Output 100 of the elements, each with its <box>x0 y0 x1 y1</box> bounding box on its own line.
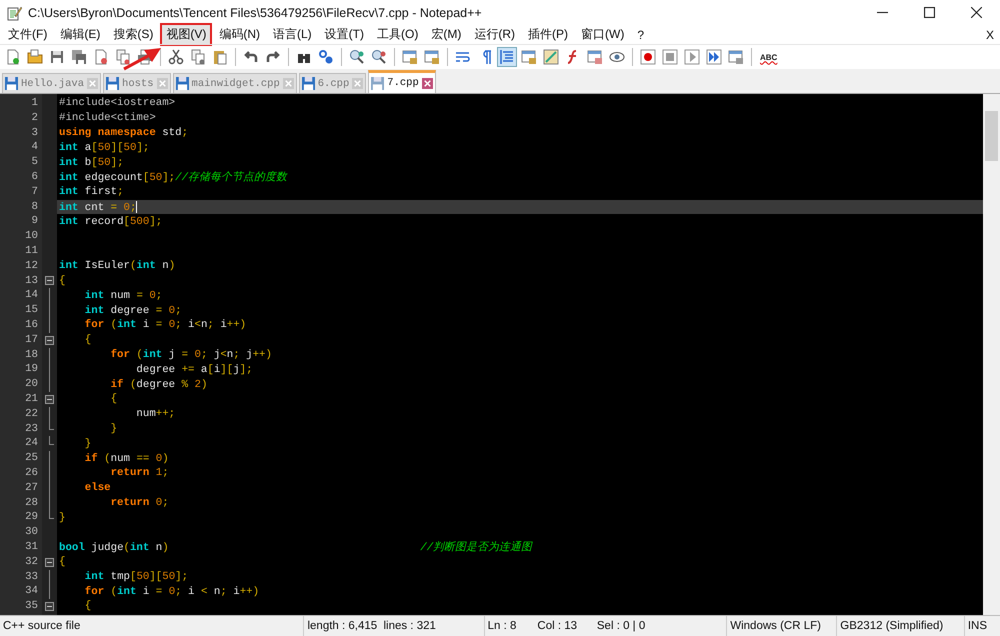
selection-label: Sel : 0 | 0 <box>594 616 728 636</box>
menu-item[interactable]: 工具(O) <box>371 23 424 46</box>
line-number: 7 <box>30 184 39 200</box>
line-number: 17 <box>24 332 39 348</box>
code-line: int record[500]; <box>59 216 162 228</box>
line-number: 14 <box>24 288 39 304</box>
line-number: 15 <box>24 303 39 318</box>
code-line: } <box>110 422 118 435</box>
line-number: 26 <box>24 466 39 481</box>
code-line: for (int i = 0; i < n; i++) <box>84 586 260 598</box>
cut-icon[interactable] <box>167 48 185 66</box>
save-icon[interactable] <box>48 48 66 66</box>
line-number: 24 <box>24 436 39 452</box>
code-line: { <box>59 274 66 287</box>
line-number: 32 <box>24 554 39 570</box>
menu-item[interactable]: 编辑(E) <box>54 23 106 46</box>
line-number: 18 <box>24 348 39 362</box>
line-number: 28 <box>24 496 39 510</box>
menu-item[interactable]: 设置(T) <box>318 23 370 46</box>
fold-minus-icon[interactable] <box>45 558 54 567</box>
menu-item[interactable]: 语言(L) <box>267 23 318 46</box>
zoom-out-icon[interactable] <box>370 48 388 66</box>
fast-forward-icon[interactable] <box>705 48 723 66</box>
line-number: 27 <box>24 480 39 496</box>
code-line: if (num == 0) <box>84 452 169 465</box>
tab-label: hosts <box>122 78 154 90</box>
code-line: for (int i = 0; i<n; i++) <box>84 319 246 332</box>
code-line: { <box>59 556 66 568</box>
tab-label: 7.cpp <box>387 77 419 89</box>
length-label: length : 6,415 <box>306 619 378 634</box>
copy-icon[interactable] <box>189 48 207 66</box>
play-icon[interactable] <box>683 48 701 66</box>
line-number: 11 <box>24 244 39 259</box>
fold-minus-icon[interactable] <box>45 602 54 611</box>
line-number: 12 <box>24 258 39 274</box>
fold-end-line <box>48 510 54 520</box>
code-line: if (degree % 2) <box>110 378 208 391</box>
line-number: 4 <box>30 140 39 156</box>
close-icon[interactable] <box>971 7 982 18</box>
spellcheck-button[interactable]: ABC <box>758 52 780 62</box>
code-line: num++; <box>135 408 176 420</box>
code-line: int degree = 0; <box>84 304 182 317</box>
close-all-icon[interactable] <box>114 48 132 66</box>
line-number: 23 <box>24 422 39 436</box>
code-line: int b[50]; <box>59 156 124 169</box>
file-tab[interactable]: 7.cpp <box>368 70 436 93</box>
open-folder-icon[interactable] <box>26 48 44 66</box>
code-line: int IsEuler(int n) <box>59 260 176 272</box>
menu-item[interactable]: 插件(P) <box>522 23 574 46</box>
line-number: 1 <box>30 96 39 111</box>
maximize-icon[interactable] <box>924 7 935 18</box>
line-number: 30 <box>24 525 39 540</box>
fold-minus-icon[interactable] <box>45 394 54 404</box>
save-all-icon[interactable] <box>70 48 88 66</box>
code-line: int edgecount[50];//存储每个节点的度数 <box>59 170 288 184</box>
menu-item[interactable]: 搜索(S) <box>107 23 160 46</box>
line-number: 21 <box>24 392 39 407</box>
line-number: 6 <box>30 170 39 185</box>
column-label: Col : 13 <box>536 619 578 634</box>
code-line: return 0; <box>110 496 169 509</box>
line-number: 9 <box>30 214 39 230</box>
line-number: 10 <box>24 229 39 244</box>
fold-minus-icon[interactable] <box>45 276 54 286</box>
menu-item[interactable]: 编码(N) <box>213 23 266 46</box>
menu-item[interactable]: 文件(F) <box>2 23 54 46</box>
fold-line <box>49 406 50 422</box>
code-line: } <box>84 438 92 450</box>
code-line: int first; <box>59 186 124 198</box>
line-number: 22 <box>24 406 39 422</box>
line-number: 16 <box>24 318 39 333</box>
encoding-label: GB2312 (Simplified) <box>837 616 965 636</box>
line-number: 13 <box>24 274 39 288</box>
record-icon[interactable] <box>639 48 657 66</box>
sync-vertical-icon[interactable] <box>401 48 419 66</box>
fold-minus-icon[interactable] <box>45 336 54 345</box>
menu-item[interactable]: ? <box>631 24 650 44</box>
menu-item[interactable]: 视图(V) <box>160 23 212 46</box>
zoom-in-icon[interactable] <box>348 48 366 66</box>
indent-guide-icon[interactable] <box>498 48 516 66</box>
code-line: { <box>84 334 92 346</box>
menu-item[interactable]: 窗口(W) <box>575 23 630 46</box>
window-title: C:\Users\Byron\Documents\Tencent Files\536479256\FileRecv\7.cpp - Notepad++ <box>28 6 483 20</box>
close-document-button[interactable]: X <box>986 28 1000 42</box>
code-line: int tmp[50][50]; <box>84 570 188 583</box>
line-number: 19 <box>24 362 39 378</box>
sync-horizontal-icon[interactable] <box>423 48 441 66</box>
tab-label: Hello.java <box>21 78 84 90</box>
menu-item[interactable]: 运行(R) <box>468 23 521 46</box>
paste-icon[interactable] <box>211 48 229 66</box>
line-number: 3 <box>30 126 39 140</box>
line-number: 33 <box>24 570 39 584</box>
line-number: 5 <box>30 155 39 170</box>
line-number: 2 <box>30 110 39 126</box>
stop-icon[interactable] <box>661 48 679 66</box>
line-number: 34 <box>24 584 39 600</box>
line-number: 29 <box>24 510 39 526</box>
code-line: return 1; <box>110 467 169 480</box>
scrollbar[interactable] <box>983 94 1000 615</box>
notepad-icon <box>6 4 22 20</box>
menu-item[interactable]: 宏(M) <box>425 23 468 46</box>
